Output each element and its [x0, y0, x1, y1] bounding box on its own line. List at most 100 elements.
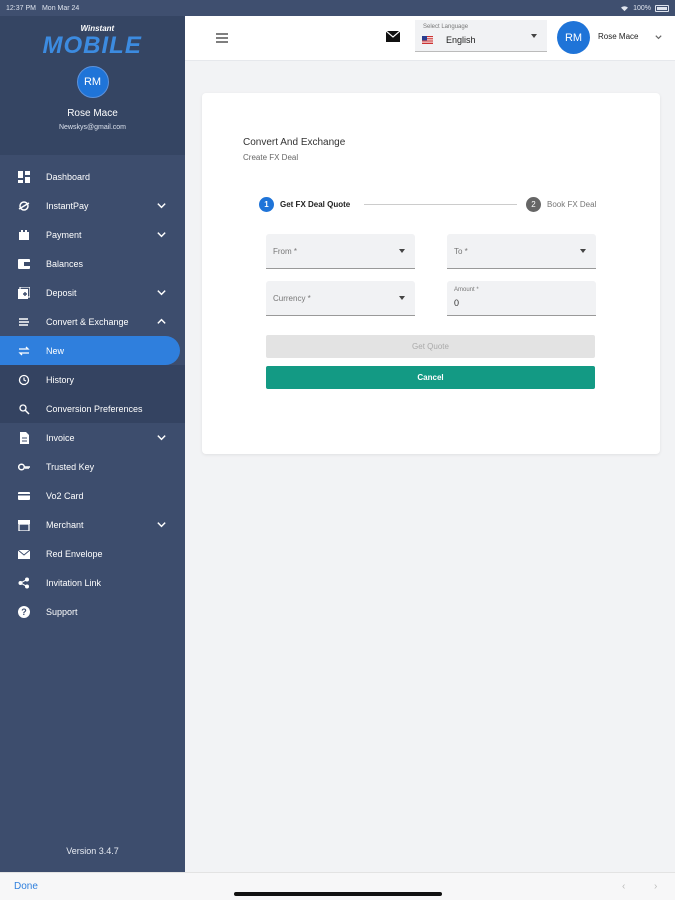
from-select[interactable]: From * — [266, 234, 415, 269]
sidebar-item-deposit[interactable]: Deposit — [0, 278, 185, 307]
sidebar-item-label: Red Envelope — [46, 548, 103, 559]
status-bar: 12:37 PM Mon Mar 24 100% — [0, 0, 675, 16]
sidebar-item-label: Convert & Exchange — [46, 316, 129, 327]
merchant-icon — [17, 518, 30, 531]
step-book-deal: 2 Book FX Deal — [526, 197, 596, 212]
sidebar-item-label: Deposit — [46, 287, 77, 298]
dropdown-arrow-icon — [531, 34, 537, 38]
language-select[interactable]: Select Language English — [415, 20, 547, 52]
battery-percent: 100% — [633, 4, 651, 12]
card-icon — [17, 489, 30, 502]
topbar-avatar[interactable]: RM — [557, 21, 590, 54]
next-arrow-icon[interactable]: › — [654, 881, 657, 892]
status-time: 12:37 PM — [6, 4, 36, 12]
sidebar-item-label: InstantPay — [46, 200, 89, 211]
currency-select-label: Currency * — [273, 294, 311, 303]
chevron-down-icon — [157, 232, 166, 238]
sidebar-item-history[interactable]: History — [0, 365, 185, 394]
wifi-icon — [621, 5, 629, 11]
to-select-label: To * — [454, 247, 468, 256]
dropdown-arrow-icon — [399, 249, 405, 253]
sidebar: Winstant MOBILE RM Rose Mace Newskys@gma… — [0, 0, 185, 872]
sidebar-item-convert-exchange[interactable]: Convert & Exchange — [0, 307, 185, 336]
sidebar-item-invoice[interactable]: Invoice — [0, 423, 185, 452]
amount-field[interactable]: Amount * 0 — [447, 281, 596, 316]
chevron-down-icon — [157, 522, 166, 528]
sidebar-item-instantpay[interactable]: InstantPay — [0, 191, 185, 220]
sidebar-item-label: Invitation Link — [46, 577, 102, 588]
app-version: Version 3.4.7 — [66, 846, 119, 856]
status-right: 100% — [620, 4, 669, 12]
currency-select[interactable]: Currency * — [266, 281, 415, 316]
language-select-value: English — [446, 35, 476, 45]
step-label: Get FX Deal Quote — [280, 200, 351, 209]
sidebar-user-name: Rose Mace — [67, 108, 118, 119]
status-date: Mon Mar 24 — [41, 4, 80, 12]
to-select[interactable]: To * — [447, 234, 596, 269]
top-bar: Select Language English RM Rose Mace — [185, 16, 675, 61]
share-icon — [17, 576, 30, 589]
language-select-label: Select Language — [423, 24, 469, 30]
topbar-user-name[interactable]: Rose Mace — [598, 32, 638, 41]
sidebar-item-new[interactable]: New — [0, 336, 180, 365]
mail-icon[interactable] — [386, 31, 400, 42]
menu-icon[interactable] — [216, 33, 228, 43]
sidebar-item-merchant[interactable]: Merchant — [0, 510, 185, 539]
bottom-toolbar: Done ‹ › — [0, 872, 675, 900]
sidebar-item-vo2-card[interactable]: Vo2 Card — [0, 481, 185, 510]
sidebar-header: Winstant MOBILE RM Rose Mace Newskys@gma… — [0, 0, 185, 155]
chevron-down-icon — [157, 435, 166, 441]
help-icon: ? — [17, 605, 30, 618]
sidebar-item-payment[interactable]: Payment — [0, 220, 185, 249]
sidebar-user-email: Newskys@gmail.com — [58, 124, 126, 131]
from-select-label: From * — [273, 247, 297, 256]
sidebar-item-support[interactable]: ? Support — [0, 597, 185, 626]
sidebar-item-conversion-preferences[interactable]: Conversion Preferences — [0, 394, 185, 423]
us-flag-icon — [422, 36, 433, 44]
sidebar-item-dashboard[interactable]: Dashboard — [0, 162, 185, 191]
chevron-down-icon — [157, 203, 166, 209]
sidebar-item-red-envelope[interactable]: Red Envelope — [0, 539, 185, 568]
page-title: Convert And Exchange — [243, 137, 346, 148]
sidebar-avatar[interactable]: RM — [76, 66, 109, 98]
deposit-icon — [17, 286, 30, 299]
step-label: Book FX Deal — [547, 200, 597, 209]
svg-text:?: ? — [21, 607, 27, 617]
sidebar-item-invitation-link[interactable]: Invitation Link — [0, 568, 185, 597]
sidebar-item-label: Invoice — [46, 432, 75, 443]
sidebar-item-label: Support — [46, 606, 78, 617]
invoice-icon — [17, 431, 30, 444]
amount-field-label: Amount * — [454, 287, 479, 293]
sidebar-item-label: Merchant — [46, 519, 84, 530]
amount-field-value: 0 — [454, 298, 460, 308]
dashboard-icon — [17, 170, 30, 183]
battery-icon — [655, 4, 669, 12]
sidebar-item-label: Trusted Key — [46, 461, 95, 472]
app-logo: Winstant MOBILE — [43, 22, 143, 62]
instantpay-icon — [17, 199, 30, 212]
home-indicator — [234, 892, 442, 896]
prev-arrow-icon[interactable]: ‹ — [622, 881, 625, 892]
balances-icon — [17, 257, 30, 270]
history-icon — [17, 373, 30, 386]
step-number: 2 — [526, 197, 541, 212]
swap-icon — [17, 344, 30, 357]
sidebar-item-balances[interactable]: Balances — [0, 249, 185, 278]
sidebar-item-label: History — [46, 374, 75, 385]
envelope-icon — [17, 547, 30, 560]
sidebar-item-trusted-key[interactable]: Trusted Key — [0, 452, 185, 481]
sidebar-item-label: Dashboard — [46, 171, 91, 182]
key-icon — [17, 460, 30, 473]
logo-big-text: MOBILE — [42, 32, 142, 59]
fx-deal-card: Convert And Exchange Create FX Deal 1 Ge… — [202, 93, 660, 454]
get-quote-button[interactable]: Get Quote — [266, 335, 595, 358]
sidebar-item-label: Balances — [46, 258, 84, 269]
dropdown-arrow-icon — [580, 249, 586, 253]
dropdown-arrow-icon — [399, 296, 405, 300]
cancel-button[interactable]: Cancel — [266, 366, 595, 389]
sidebar-menu: Dashboard InstantPay Payment Balances De… — [0, 162, 185, 626]
chevron-down-icon[interactable] — [654, 33, 663, 42]
sidebar-item-label: Conversion Preferences — [46, 403, 143, 414]
done-button[interactable]: Done — [14, 881, 38, 892]
chevron-down-icon — [157, 290, 166, 296]
